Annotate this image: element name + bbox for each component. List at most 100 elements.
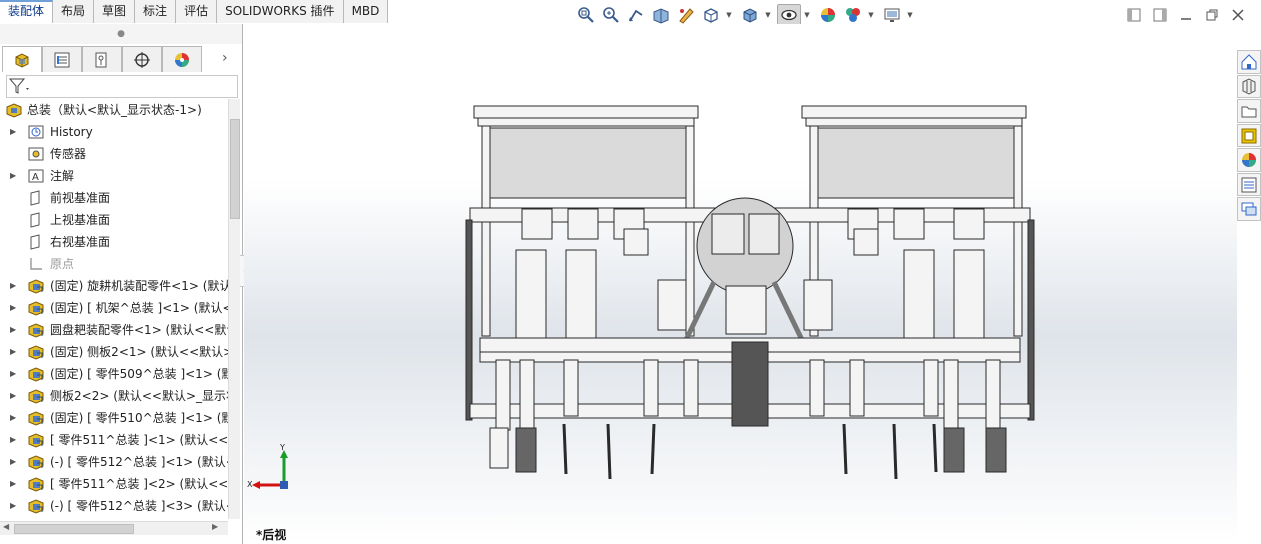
manager-tabs-scroll-right-icon[interactable]: › — [222, 50, 228, 66]
tree-item-label: (固定) [ 零件510^总装 ]<1> (默 — [50, 411, 228, 425]
appearances-scenes-icon[interactable] — [1237, 148, 1261, 172]
subassembly-icon — [27, 454, 45, 470]
tab-sketch[interactable]: 草图 — [94, 0, 136, 23]
zoom-to-area-icon[interactable] — [599, 4, 623, 26]
view-orientation-dropdown-icon[interactable]: ▼ — [724, 4, 734, 26]
tab-assembly[interactable]: 装配体 — [0, 0, 54, 23]
tree-item[interactable]: ▶ (固定) [ 零件509^总装 ]<1> (默 — [0, 363, 228, 385]
panel-grip-icon[interactable]: ● — [0, 24, 242, 44]
hide-show-items-icon[interactable] — [777, 4, 801, 26]
tree-item-label: 侧板2<2> (默认<<默认>_显示状 — [50, 389, 228, 403]
propertymanager-tab[interactable] — [42, 46, 82, 72]
tree-item[interactable]: ▶ (-) [ 零件512^总装 ]<3> (默认< — [0, 495, 228, 517]
tree-item-label: [ 零件511^总装 ]<1> (默认<<默 — [50, 433, 228, 447]
tree-item[interactable]: 上视基准面 — [0, 209, 228, 231]
display-style-icon[interactable] — [738, 4, 762, 26]
expand-arrow-icon[interactable]: ▶ — [10, 121, 16, 143]
expand-arrow-icon[interactable]: ▶ — [10, 385, 16, 407]
tree-item[interactable]: ▶ (固定) [ 机架^总装 ]<1> (默认< — [0, 297, 228, 319]
tab-mbd[interactable]: MBD — [343, 0, 389, 23]
minimize-icon[interactable] — [1173, 6, 1199, 24]
tree-item[interactable]: ▶ [ 零件511^总装 ]<2> (默认<<默 — [0, 473, 228, 495]
configurationmanager-tab[interactable] — [82, 46, 122, 72]
tab-markup[interactable]: 标注 — [135, 0, 177, 23]
expand-arrow-icon[interactable]: ▶ — [10, 407, 16, 429]
forum-icon[interactable] — [1237, 197, 1261, 222]
view-settings-icon[interactable] — [880, 4, 904, 26]
tree-item[interactable]: 右视基准面 — [0, 231, 228, 253]
horizontal-scroll-thumb[interactable] — [14, 524, 134, 534]
subassembly-icon — [27, 432, 45, 448]
plane-icon — [27, 212, 45, 228]
design-library-icon[interactable] — [1237, 74, 1261, 99]
document-window-buttons — [1121, 6, 1251, 24]
assembly-model — [465, 105, 1035, 480]
plane-icon — [27, 190, 45, 206]
expand-arrow-icon[interactable]: ▶ — [10, 297, 16, 319]
tile-right-icon[interactable] — [1147, 6, 1173, 24]
tree-root[interactable]: 总装（默认<默认_显示状态-1>) — [0, 99, 228, 121]
tab-evaluate[interactable]: 评估 — [176, 0, 218, 23]
view-settings-dropdown-icon[interactable]: ▼ — [905, 4, 915, 26]
tree-item[interactable]: ▶ (固定) 侧板2<1> (默认<<默认> — [0, 341, 228, 363]
custom-properties-icon[interactable] — [1237, 172, 1261, 197]
featuremanager-tab[interactable] — [2, 46, 42, 72]
tree-item[interactable]: ▶ (固定) 旋耕机装配零件<1> (默认 — [0, 275, 228, 297]
tab-layout[interactable]: 布局 — [53, 0, 95, 23]
dimxpertmanager-tab[interactable] — [122, 46, 162, 72]
view-orientation-icon[interactable] — [699, 4, 723, 26]
scroll-right-icon[interactable]: ▶ — [212, 522, 218, 531]
solidworks-window: 装配体 布局 草图 标注 评估 SOLIDWORKS 插件 MBD ▼ ▼ ▼ … — [0, 0, 1261, 544]
expand-arrow-icon[interactable]: ▶ — [10, 319, 16, 341]
subassembly-icon — [27, 322, 45, 338]
expand-arrow-icon[interactable]: ▶ — [10, 451, 16, 473]
vertical-scroll-thumb[interactable] — [230, 119, 240, 219]
tree-filter[interactable] — [6, 75, 238, 98]
file-explorer-icon[interactable] — [1237, 99, 1261, 123]
tree-horizontal-scrollbar[interactable]: ◀ ▶ — [0, 521, 228, 535]
expand-arrow-icon[interactable]: ▶ — [10, 473, 16, 495]
tree-item[interactable]: ▶ (固定) [ 零件510^总装 ]<1> (默 — [0, 407, 228, 429]
restore-icon[interactable] — [1199, 6, 1225, 24]
tree-item-label: 注解 — [50, 169, 75, 183]
tree-item[interactable]: ▶ 圆盘耙装配零件<1> (默认<<默认 — [0, 319, 228, 341]
apply-scene-dropdown-icon[interactable]: ▼ — [866, 4, 876, 26]
tree-item-label: (固定) 旋耕机装配零件<1> (默认 — [50, 279, 228, 293]
previous-view-icon[interactable] — [624, 4, 648, 26]
tree-item[interactable]: ▶ A 注解 — [0, 165, 228, 187]
heads-up-view-toolbar: ▼ ▼ ▼ ▼ ▼ — [574, 4, 919, 26]
tree-item[interactable]: 前视基准面 — [0, 187, 228, 209]
tree-item[interactable]: ▶ History — [0, 121, 228, 143]
display-style-dropdown-icon[interactable]: ▼ — [763, 4, 773, 26]
tab-solidworks-addins[interactable]: SOLIDWORKS 插件 — [217, 0, 344, 23]
dynamic-annotation-icon[interactable] — [674, 4, 698, 26]
close-icon[interactable] — [1225, 6, 1251, 24]
expand-arrow-icon[interactable]: ▶ — [10, 429, 16, 451]
subassembly-icon — [27, 278, 45, 294]
expand-arrow-icon[interactable]: ▶ — [10, 275, 16, 297]
tree-item[interactable]: ▶ 侧板2<2> (默认<<默认>_显示状 — [0, 385, 228, 407]
expand-arrow-icon[interactable]: ▶ — [10, 363, 16, 385]
displaymanager-tab[interactable] — [162, 46, 202, 72]
tree-item[interactable]: 原点 — [0, 253, 228, 275]
tree-item[interactable]: ▶ (-) [ 零件512^总装 ]<1> (默认< — [0, 451, 228, 473]
tree-vertical-scrollbar[interactable] — [228, 99, 240, 519]
apply-scene-icon[interactable] — [841, 4, 865, 26]
solidworks-resources-icon[interactable] — [1237, 50, 1261, 74]
edit-appearance-icon[interactable] — [816, 4, 840, 26]
annotation-icon: A — [27, 168, 45, 184]
graphics-area[interactable] — [244, 24, 1237, 544]
zoom-to-fit-icon[interactable] — [574, 4, 598, 26]
expand-arrow-icon[interactable]: ▶ — [10, 495, 16, 517]
tree-item[interactable]: 传感器 — [0, 143, 228, 165]
expand-arrow-icon[interactable]: ▶ — [10, 341, 16, 363]
feature-manager-panel: ● › 总装（默认<默认_显示状态-1>) ▶ History 传感器 ▶ A … — [0, 24, 243, 544]
scroll-left-icon[interactable]: ◀ — [3, 522, 9, 531]
tile-left-icon[interactable] — [1121, 6, 1147, 24]
section-view-icon[interactable] — [649, 4, 673, 26]
reference-triad — [252, 450, 288, 489]
hide-show-dropdown-icon[interactable]: ▼ — [802, 4, 812, 26]
view-palette-icon[interactable] — [1237, 123, 1261, 148]
expand-arrow-icon[interactable]: ▶ — [10, 165, 16, 187]
tree-item[interactable]: ▶ [ 零件511^总装 ]<1> (默认<<默 — [0, 429, 228, 451]
